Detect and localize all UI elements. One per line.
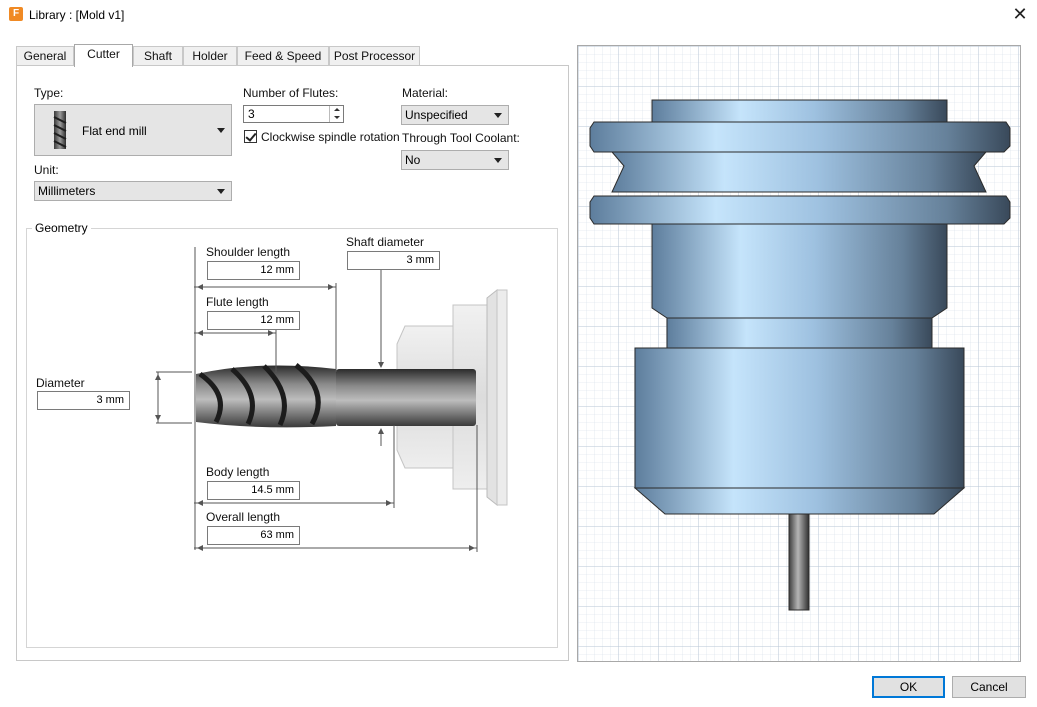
shoulder-length-label: Shoulder length [206, 245, 291, 259]
flute-length-label: Flute length [206, 295, 269, 309]
tool-shank [336, 369, 476, 426]
tool-diagram [155, 247, 508, 552]
tool-flutes [196, 363, 336, 428]
shaft-diameter-label: Shaft diameter [346, 235, 425, 249]
diameter-field[interactable]: 3 mm [37, 391, 130, 410]
cancel-button[interactable]: Cancel [952, 676, 1026, 698]
close-icon[interactable]: ✕ [1008, 4, 1032, 24]
tab-cutter[interactable]: Cutter [74, 44, 133, 67]
shoulder-length-field[interactable]: 12 mm [207, 261, 300, 280]
shaft-diameter-field[interactable]: 3 mm [347, 251, 440, 270]
diameter-label: Diameter [36, 376, 85, 390]
ok-button[interactable]: OK [872, 676, 945, 698]
tool-preview-viewport[interactable] [577, 45, 1021, 662]
overall-length-label: Overall length [206, 510, 281, 524]
body-length-field[interactable]: 14.5 mm [207, 481, 300, 500]
holder-3d-render [578, 46, 1020, 661]
body-length-label: Body length [206, 465, 270, 479]
flute-length-field[interactable]: 12 mm [207, 311, 300, 330]
overall-length-field[interactable]: 63 mm [207, 526, 300, 545]
